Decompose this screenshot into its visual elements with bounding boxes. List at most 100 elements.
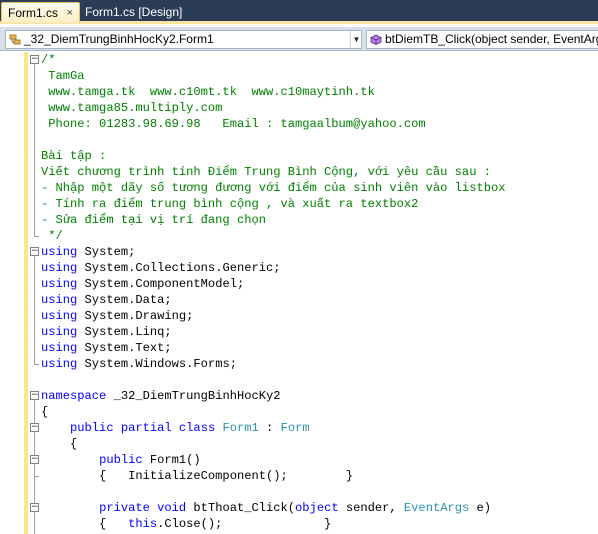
code-text: Bài tập : — [41, 148, 106, 164]
code-text: public Form1() — [41, 452, 201, 468]
code-token: - Nhập một dãy số tương đương với điểm c… — [41, 181, 506, 195]
code-line: - Tính ra điểm trung bình cộng , và xuất… — [0, 196, 598, 212]
code-token: { — [41, 437, 78, 451]
code-line: using System.ComponentModel; — [0, 276, 598, 292]
code-token: System.Windows.Forms; — [77, 357, 237, 371]
code-token: namespace — [41, 389, 107, 403]
code-line: www.tamga.tk www.c10mt.tk www.c10maytinh… — [0, 84, 598, 100]
code-line: using System.Linq; — [0, 324, 598, 340]
code-text: public partial class Form1 : Form — [41, 420, 310, 436]
code-line: − public partial class Form1 : Form — [0, 420, 598, 436]
code-token: using — [41, 245, 78, 259]
code-line: Phone: 01283.98.69.98 Email : tamgaalbum… — [0, 116, 598, 132]
code-line: − private void btThoat_Click(object send… — [0, 500, 598, 516]
collapse-toggle-icon[interactable]: − — [30, 247, 39, 256]
code-token: this — [128, 517, 158, 531]
method-icon — [370, 34, 382, 45]
collapse-toggle-icon[interactable]: − — [30, 423, 39, 432]
code-token: www.tamga.tk www.c10mt.tk www.c10maytinh… — [41, 85, 375, 99]
collapse-toggle-icon[interactable]: − — [30, 503, 39, 512]
code-token: using — [41, 309, 78, 323]
code-line: using System.Drawing; — [0, 308, 598, 324]
tab-label: Form1.cs — [8, 6, 59, 20]
code-text: using System.Drawing; — [41, 308, 193, 324]
code-text: /* — [41, 52, 56, 68]
code-line: Viết chương trình tính Điểm Trung Bình C… — [0, 164, 598, 180]
code-token: System.Data; — [77, 293, 172, 307]
code-line: { — [0, 404, 598, 420]
code-token: sender, — [338, 501, 404, 515]
code-text: using System; — [41, 244, 135, 260]
code-token: TamGa — [41, 69, 85, 83]
code-token: System.Linq; — [77, 325, 172, 339]
code-token: : — [258, 421, 281, 435]
code-token: EventArgs — [403, 501, 470, 515]
tab-form1-design[interactable]: Form1.cs [Design] — [83, 2, 193, 23]
code-text: { — [41, 436, 77, 452]
code-token: e) — [469, 501, 492, 515]
collapse-toggle-icon[interactable]: − — [30, 455, 39, 464]
code-token: using — [41, 277, 78, 291]
code-text: using System.Collections.Generic; — [41, 260, 281, 276]
code-token: - Sửa điểm tại vị trí đang chọn — [41, 213, 266, 227]
collapse-toggle-icon[interactable]: − — [30, 391, 39, 400]
code-token: Form1 — [222, 421, 259, 435]
navigation-bar: _32_DiemTrungBinhHocKy2.Form1 ▼ btDiemTB… — [0, 27, 598, 51]
code-text: www.tamga.tk www.c10mt.tk www.c10maytinh… — [41, 84, 375, 100]
code-token: Bài tập : — [41, 149, 107, 163]
code-token: { InitializeComponent(); } — [41, 469, 354, 483]
code-text: - Tính ra điểm trung bình cộng , và xuất… — [41, 196, 418, 212]
code-line: { — [0, 436, 598, 452]
code-line: - Nhập một dãy số tương đương với điểm c… — [0, 180, 598, 196]
code-token: System; — [77, 245, 136, 259]
close-icon[interactable]: × — [67, 3, 73, 23]
code-token: Form1() — [142, 453, 201, 467]
code-text: private void btThoat_Click(object sender… — [41, 500, 491, 516]
code-text: namespace _32_DiemTrungBinhHocKy2 — [41, 388, 281, 404]
code-token: System.Collections.Generic; — [77, 261, 281, 275]
code-line: using System.Text; — [0, 340, 598, 356]
type-dropdown-value: _32_DiemTrungBinhHocKy2.Form1 — [24, 32, 214, 46]
code-token: Form — [280, 421, 310, 435]
code-line: − namespace _32_DiemTrungBinhHocKy2 — [0, 388, 598, 404]
code-token: object — [295, 501, 339, 515]
code-line: using System.Data; — [0, 292, 598, 308]
code-token: */ — [41, 229, 63, 243]
code-line: − public Form1() — [0, 452, 598, 468]
chevron-down-icon[interactable]: ▼ — [350, 31, 361, 48]
code-text: - Nhập một dãy số tương đương với điểm c… — [41, 180, 505, 196]
collapse-toggle-icon[interactable]: − — [30, 55, 39, 64]
code-line: using System.Collections.Generic; — [0, 260, 598, 276]
code-line: www.tamga85.multiply.com — [0, 100, 598, 116]
code-token: using — [41, 341, 78, 355]
code-line: Bài tập : — [0, 148, 598, 164]
class-icon — [9, 34, 21, 45]
tab-label: Form1.cs [Design] — [85, 5, 183, 19]
code-line: - Sửa điểm tại vị trí đang chọn — [0, 212, 598, 228]
code-line: −/* — [0, 52, 598, 68]
code-token: { — [41, 517, 129, 531]
code-token: .Close(); } — [157, 517, 332, 531]
code-text: Phone: 01283.98.69.98 Email : tamgaalbum… — [41, 116, 425, 132]
code-text: using System.Data; — [41, 292, 172, 308]
code-token: System.Drawing; — [77, 309, 194, 323]
code-token: public — [70, 421, 114, 435]
code-text: - Sửa điểm tại vị trí đang chọn — [41, 212, 266, 228]
code-text: { this.Close(); } — [41, 516, 331, 532]
code-token: - Tính ra điểm trung bình cộng , và xuất… — [41, 197, 419, 211]
code-line: using System.Windows.Forms; — [0, 356, 598, 372]
code-token: _32_DiemTrungBinhHocKy2 — [106, 389, 281, 403]
code-editor[interactable]: −/* TamGa www.tamga.tk www.c10mt.tk www.… — [0, 52, 598, 534]
member-dropdown[interactable]: btDiemTB_Click(object sender, EventArgs … — [366, 30, 598, 49]
code-token: class — [178, 421, 216, 435]
tab-form1-cs[interactable]: Form1.cs × — [1, 2, 80, 23]
code-token: using — [41, 357, 78, 371]
code-line: TamGa — [0, 68, 598, 84]
type-dropdown[interactable]: _32_DiemTrungBinhHocKy2.Form1 ▼ — [5, 30, 362, 49]
